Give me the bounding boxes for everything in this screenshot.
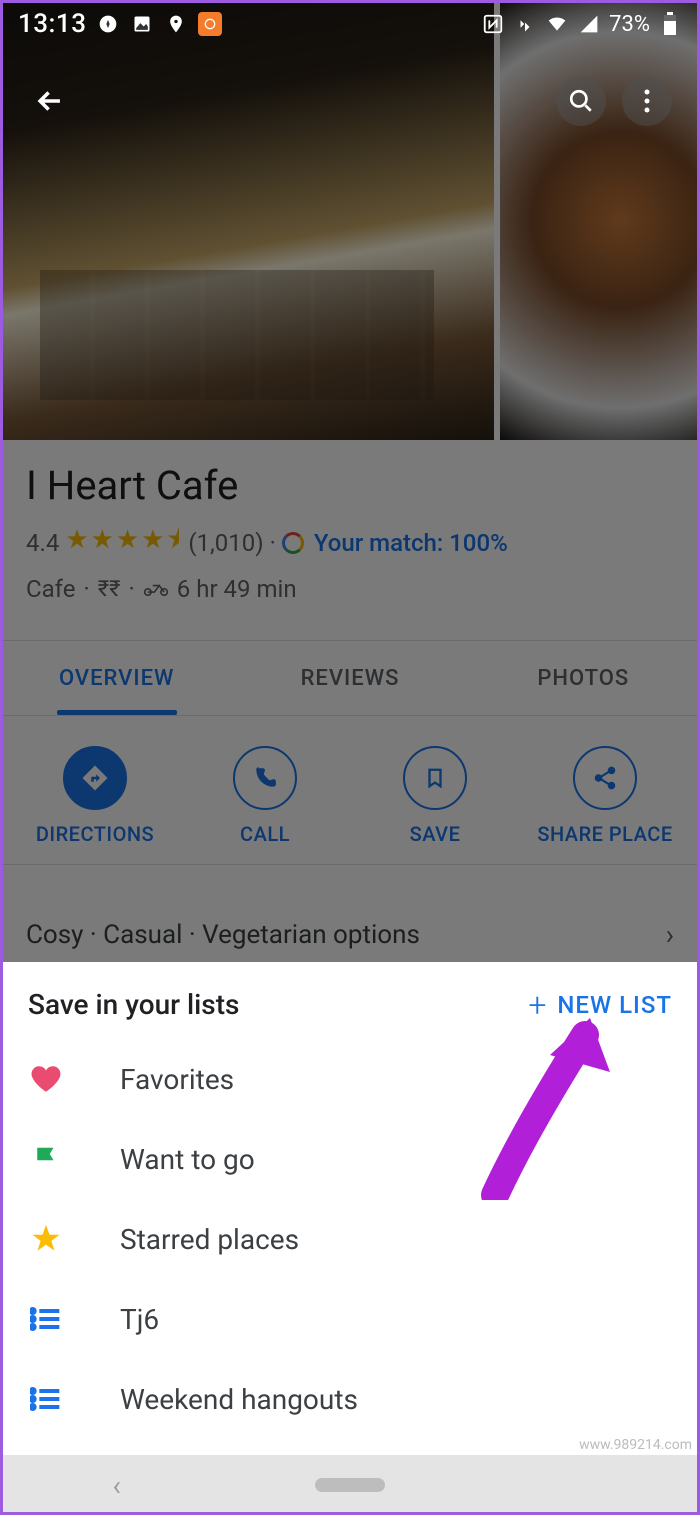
place-tabs: OVERVIEW REVIEWS PHOTOS: [0, 640, 700, 716]
new-list-button[interactable]: + NEW LIST: [528, 989, 672, 1021]
signal-icon: [577, 12, 601, 36]
save-lists-sheet: Save in your lists + NEW LIST Favorites …: [0, 962, 700, 1455]
list-item-want-to-go[interactable]: Want to go: [0, 1119, 700, 1199]
image-icon: [130, 12, 154, 36]
sheet-title: Save in your lists: [28, 988, 239, 1021]
status-time: 13:13: [18, 9, 86, 39]
attributes-row[interactable]: Cosy · Casual · Vegetarian options ›: [0, 900, 700, 969]
phone-icon: [252, 765, 278, 791]
back-button[interactable]: [28, 79, 72, 123]
rating-value: 4.4: [26, 529, 59, 557]
battery-icon: [658, 12, 682, 36]
call-label: CALL: [240, 822, 290, 846]
list-icon: [28, 1301, 64, 1337]
list-item-custom-2[interactable]: Weekend hangouts: [0, 1359, 700, 1439]
share-button[interactable]: SHARE PLACE: [520, 746, 690, 846]
compass-icon: [96, 12, 120, 36]
tab-overview-label: OVERVIEW: [59, 666, 174, 691]
call-button[interactable]: CALL: [180, 746, 350, 846]
nfc-icon: [481, 12, 505, 36]
your-match[interactable]: Your match: 100%: [314, 529, 508, 557]
rating-stars: ★★★★⯨: [65, 521, 182, 565]
location-icon: [164, 12, 188, 36]
tab-overview[interactable]: OVERVIEW: [0, 641, 233, 715]
price-level: ₹₹: [98, 577, 121, 602]
system-nav-bar: ‹: [0, 1455, 700, 1515]
tab-photos[interactable]: PHOTOS: [467, 641, 700, 715]
list-item-label: Weekend hangouts: [120, 1383, 358, 1416]
search-icon: [568, 88, 594, 114]
status-bar: 13:13: [0, 0, 700, 48]
more-button[interactable]: [622, 76, 672, 126]
nav-home-pill[interactable]: [315, 1478, 385, 1492]
review-count: (1,010): [188, 529, 263, 557]
plus-icon: +: [528, 989, 547, 1021]
travel-time: 6 hr 49 min: [177, 575, 297, 603]
bluetooth-icon: [513, 12, 537, 36]
separator: ·: [270, 529, 276, 557]
motorcycle-icon: [143, 575, 169, 603]
more-vert-icon: [644, 89, 650, 113]
separator: ·: [129, 575, 135, 603]
wifi-icon: [545, 12, 569, 36]
directions-icon: [80, 763, 110, 793]
list-item-label: Starred places: [120, 1223, 299, 1256]
new-list-label: NEW LIST: [557, 991, 672, 1019]
heart-icon: [28, 1061, 64, 1097]
share-icon: [592, 765, 618, 791]
list-item-custom-1[interactable]: Tj6: [0, 1279, 700, 1359]
tab-photos-label: PHOTOS: [537, 666, 629, 691]
list-item-label: Want to go: [120, 1143, 255, 1176]
search-button[interactable]: [556, 76, 606, 126]
attributes-text: Cosy · Casual · Vegetarian options: [26, 920, 420, 950]
flag-icon: [28, 1141, 64, 1177]
battery-percent: 73%: [609, 12, 650, 37]
place-details: I Heart Cafe 4.4 ★★★★⯨ (1,010) · Your ma…: [0, 440, 700, 603]
share-label: SHARE PLACE: [537, 822, 672, 846]
action-bar: DIRECTIONS CALL SAVE SHARE PLACE: [0, 720, 700, 865]
directions-label: DIRECTIONS: [36, 822, 154, 846]
place-title: I Heart Cafe: [26, 462, 674, 509]
nav-back-button[interactable]: ‹: [112, 1469, 120, 1502]
place-category: Cafe: [26, 575, 75, 603]
list-item-label: Tj6: [120, 1303, 159, 1336]
directions-button[interactable]: DIRECTIONS: [10, 746, 180, 846]
match-ring-icon: [282, 532, 304, 554]
save-button[interactable]: SAVE: [350, 746, 520, 846]
chevron-right-icon: ›: [666, 918, 674, 951]
list-item-starred[interactable]: Starred places: [0, 1199, 700, 1279]
tab-reviews[interactable]: REVIEWS: [233, 641, 466, 715]
save-label: SAVE: [410, 822, 461, 846]
bookmark-icon: [424, 764, 446, 792]
separator: ·: [83, 575, 89, 603]
tab-reviews-label: REVIEWS: [301, 666, 400, 691]
list-item-label: Favorites: [120, 1063, 234, 1096]
app-icon: [198, 12, 222, 36]
star-icon: [28, 1221, 64, 1257]
list-icon: [28, 1381, 64, 1417]
list-item-favorites[interactable]: Favorites: [0, 1039, 700, 1119]
watermark: www.989214.com: [579, 1437, 692, 1453]
